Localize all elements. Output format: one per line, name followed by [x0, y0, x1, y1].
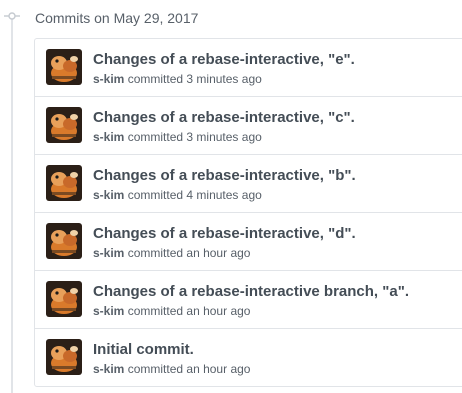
user-avatar[interactable]	[46, 107, 82, 143]
timeline-line	[11, 14, 13, 393]
commit-action: committed	[127, 188, 184, 202]
commit-action: committed	[127, 304, 184, 318]
user-avatar[interactable]	[46, 223, 82, 259]
commit-author-link[interactable]: s-kim	[93, 362, 124, 376]
user-avatar[interactable]	[46, 165, 82, 201]
commit-title-link[interactable]: Changes of a rebase-interactive branch, …	[93, 283, 409, 301]
commit-title-link[interactable]: Changes of a rebase-interactive, "b".	[93, 167, 356, 185]
commit-meta: s-kim committed an hour ago	[93, 245, 250, 261]
commit-time: an hour ago	[186, 362, 251, 376]
avatar-image	[46, 165, 82, 201]
git-commit-icon	[4, 12, 20, 20]
commit-meta: s-kim committed an hour ago	[93, 303, 250, 319]
commit-meta: s-kim committed 3 minutes ago	[93, 129, 262, 145]
commit-time: 3 minutes ago	[186, 72, 262, 86]
commit-row: Initial commit. s-kim committed an hour …	[35, 328, 462, 386]
avatar-image	[46, 49, 82, 85]
avatar-image	[46, 107, 82, 143]
commit-time: an hour ago	[186, 304, 251, 318]
commit-author-link[interactable]: s-kim	[93, 130, 124, 144]
commit-row: Changes of a rebase-interactive, "b". s-…	[35, 154, 462, 212]
commit-meta: s-kim committed 4 minutes ago	[93, 187, 262, 203]
commit-row: Changes of a rebase-interactive, "d". s-…	[35, 212, 462, 270]
commit-title-link[interactable]: Changes of a rebase-interactive, "e".	[93, 51, 355, 69]
commit-meta: s-kim committed an hour ago	[93, 361, 250, 377]
commit-action: committed	[127, 246, 184, 260]
avatar-image	[46, 281, 82, 317]
commit-time: 4 minutes ago	[186, 188, 262, 202]
commit-meta: s-kim committed 3 minutes ago	[93, 71, 262, 87]
user-avatar[interactable]	[46, 49, 82, 85]
commit-group-header: Commits on May 29, 2017	[35, 10, 199, 26]
commit-time: an hour ago	[186, 246, 251, 260]
commit-author-link[interactable]: s-kim	[93, 188, 124, 202]
user-avatar[interactable]	[46, 339, 82, 375]
commit-action: committed	[127, 72, 184, 86]
commit-action: committed	[127, 130, 184, 144]
commit-author-link[interactable]: s-kim	[93, 304, 124, 318]
commit-row: Changes of a rebase-interactive, "c". s-…	[35, 96, 462, 154]
commit-author-link[interactable]: s-kim	[93, 72, 124, 86]
commit-row: Changes of a rebase-interactive branch, …	[35, 270, 462, 328]
commit-time: 3 minutes ago	[186, 130, 262, 144]
commit-action: committed	[127, 362, 184, 376]
commit-title-link[interactable]: Changes of a rebase-interactive, "d".	[93, 225, 356, 243]
commit-row: Changes of a rebase-interactive, "e". s-…	[35, 39, 462, 96]
commit-list: Changes of a rebase-interactive, "e". s-…	[34, 38, 462, 387]
commit-title-link[interactable]: Initial commit.	[93, 341, 194, 359]
avatar-image	[46, 339, 82, 375]
avatar-image	[46, 223, 82, 259]
commit-title-link[interactable]: Changes of a rebase-interactive, "c".	[93, 109, 355, 127]
user-avatar[interactable]	[46, 281, 82, 317]
commit-author-link[interactable]: s-kim	[93, 246, 124, 260]
